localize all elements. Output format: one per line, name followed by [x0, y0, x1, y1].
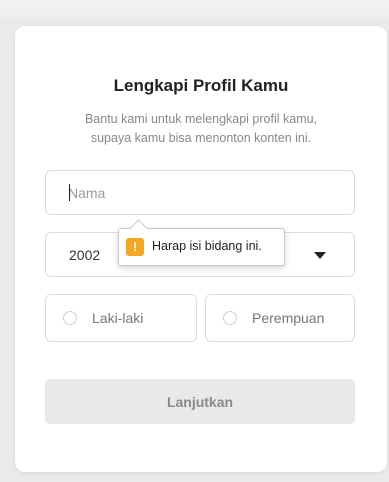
profile-modal: Lengkapi Profil Kamu Bantu kami untuk me… [15, 26, 387, 472]
name-input[interactable] [45, 170, 355, 215]
continue-button[interactable]: Lanjutkan [45, 379, 355, 424]
subtitle-line-1: Bantu kami untuk melengkapi profil kamu, [84, 112, 318, 126]
modal-subtitle: Bantu kami untuk melengkapi profil kamu,… [15, 110, 387, 148]
gender-option-male[interactable]: Laki-laki [45, 294, 197, 342]
modal-title: Lengkapi Profil Kamu [113, 76, 289, 95]
chevron-down-icon [314, 252, 326, 259]
gender-label-female: Perempuan [252, 310, 325, 326]
warning-icon: ! [126, 238, 144, 256]
radio-female[interactable] [223, 311, 237, 325]
validation-message: Harap isi bidang ini. [152, 239, 262, 253]
tooltip-pointer [129, 219, 148, 238]
gender-label-male: Laki-laki [92, 310, 144, 326]
text-caret [69, 184, 70, 201]
subtitle-line-2: supaya kamu bisa menonton konten ini. [90, 131, 312, 145]
gender-option-female[interactable]: Perempuan [205, 294, 355, 342]
background-page [0, 0, 389, 24]
radio-male[interactable] [63, 311, 77, 325]
birth-year-value: 2002 [69, 247, 101, 263]
validation-tooltip: ! Harap isi bidang ini. [118, 219, 285, 266]
